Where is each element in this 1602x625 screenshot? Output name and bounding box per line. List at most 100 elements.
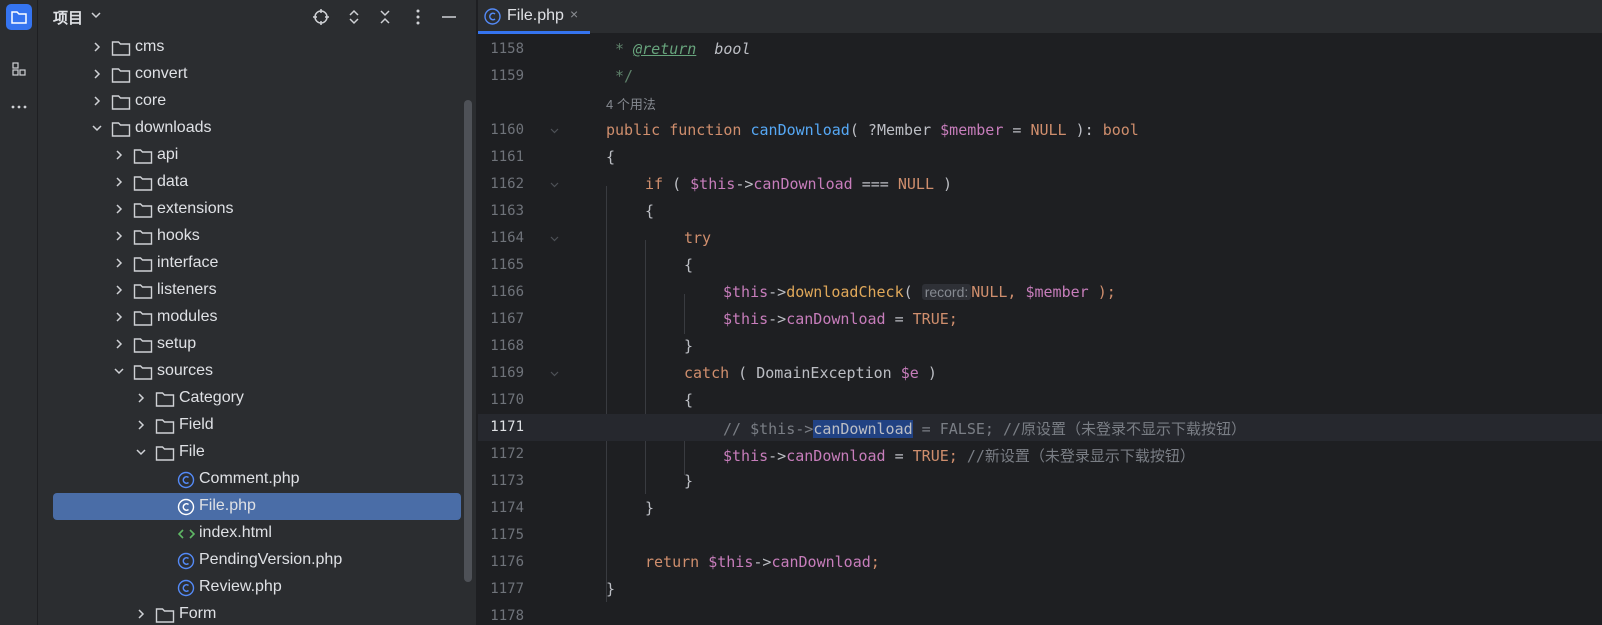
method-call: downloadCheck: [786, 283, 904, 301]
tree-item[interactable]: modules: [38, 304, 477, 331]
tree-item[interactable]: convert: [38, 61, 477, 88]
punctuation: ): [934, 175, 953, 193]
chevron-right-icon[interactable]: [113, 203, 125, 215]
chevron-right-icon[interactable]: [91, 68, 103, 80]
chevron-right-icon[interactable]: [113, 176, 125, 188]
operator: ===: [852, 175, 898, 193]
chevron-right-icon[interactable]: [135, 392, 147, 404]
doc-comment: *: [606, 40, 634, 58]
chevron-right-icon[interactable]: [113, 257, 125, 269]
fold-chevron-icon[interactable]: [550, 234, 559, 243]
keyword: try: [684, 229, 712, 247]
punctuation: ): [918, 364, 937, 382]
tree-item[interactable]: data: [38, 169, 477, 196]
chevron-down-icon[interactable]: [91, 122, 103, 134]
tree-item-label: setup: [157, 335, 197, 352]
chevron-right-icon[interactable]: [135, 419, 147, 431]
folder-icon: [133, 338, 153, 353]
chevron-right-icon[interactable]: [113, 338, 125, 350]
folder-icon: [155, 419, 175, 434]
project-tree-scrollbar[interactable]: [464, 100, 472, 582]
tree-item[interactable]: cms: [38, 34, 477, 61]
folder-icon: [133, 230, 153, 245]
tree-item[interactable]: File: [38, 439, 477, 466]
punctuation: =: [1003, 121, 1031, 139]
chevron-right-icon[interactable]: [135, 608, 147, 620]
code-line: 1163 {: [478, 198, 1602, 225]
tree-item[interactable]: setup: [38, 331, 477, 358]
brace: {: [684, 256, 694, 274]
code-line: 1166 $this->downloadCheck( record: NULL, …: [478, 279, 1602, 306]
collapse-all-icon[interactable]: [374, 6, 396, 28]
line-number: 1164: [490, 230, 524, 246]
brace: }: [684, 337, 694, 355]
tree-item[interactable]: Comment.php: [38, 466, 477, 493]
chevron-right-icon[interactable]: [113, 284, 125, 296]
expand-all-icon[interactable]: [343, 6, 365, 28]
folder-icon: [133, 176, 153, 191]
tree-item[interactable]: interface: [38, 250, 477, 277]
tree-selection-highlight: [53, 493, 461, 520]
chevron-right-icon[interactable]: [91, 95, 103, 107]
tree-item[interactable]: sources: [38, 358, 477, 385]
chevron-right-icon[interactable]: [113, 311, 125, 323]
tree-item[interactable]: PendingVersion.php: [38, 547, 477, 574]
brace: {: [645, 202, 655, 220]
project-panel-title[interactable]: 项目: [53, 7, 83, 28]
line-number: 1159: [490, 68, 524, 84]
tree-item[interactable]: Field: [38, 412, 477, 439]
line-number: 1171: [490, 419, 524, 435]
tree-item-label: Review.php: [199, 578, 282, 595]
chevron-down-icon[interactable]: [90, 9, 102, 21]
tree-item[interactable]: downloads: [38, 115, 477, 142]
tree-item[interactable]: extensions: [38, 196, 477, 223]
tree-item[interactable]: File.php: [38, 493, 477, 520]
keyword: NULL: [897, 175, 934, 193]
fold-chevron-icon[interactable]: [550, 180, 559, 189]
tree-item-label: downloads: [135, 119, 212, 136]
minimize-icon[interactable]: [438, 6, 460, 28]
code-line: 1175: [478, 522, 1602, 549]
comment: // $this->: [723, 420, 814, 438]
tree-item[interactable]: api: [38, 142, 477, 169]
chevron-down-icon[interactable]: [135, 446, 147, 458]
chevron-right-icon[interactable]: [113, 230, 125, 242]
tree-item[interactable]: core: [38, 88, 477, 115]
line-number: 1161: [490, 149, 524, 165]
folder-icon: [155, 608, 175, 623]
project-tool-folder-icon[interactable]: [6, 4, 32, 30]
locate-target-icon[interactable]: [310, 6, 332, 28]
keyword: public: [606, 121, 661, 139]
structure-icon[interactable]: [6, 56, 32, 82]
tree-item[interactable]: listeners: [38, 277, 477, 304]
tree-item-label: extensions: [157, 200, 234, 217]
doc-tag: @return: [633, 40, 697, 58]
tree-item-label: core: [135, 92, 167, 109]
chevron-down-icon[interactable]: [113, 365, 125, 377]
tab-file-php[interactable]: File.php ×: [478, 0, 590, 34]
line-number: 1174: [490, 500, 524, 516]
tree-item[interactable]: index.html: [38, 520, 477, 547]
comment: //新设置（未登录显示下载按钮）: [957, 447, 1195, 465]
more-tools-icon[interactable]: [6, 94, 32, 120]
tab-close-icon[interactable]: ×: [570, 6, 578, 22]
chevron-right-icon[interactable]: [91, 41, 103, 53]
tree-item[interactable]: Category: [38, 385, 477, 412]
tree-item[interactable]: Form: [38, 601, 477, 625]
chevron-right-icon[interactable]: [113, 149, 125, 161]
options-menu-icon[interactable]: [407, 6, 429, 28]
keyword: catch: [684, 364, 730, 382]
tree-item-label: File: [179, 443, 205, 460]
tree-item[interactable]: hooks: [38, 223, 477, 250]
variable: $member: [1025, 283, 1089, 301]
fold-chevron-icon[interactable]: [550, 369, 559, 378]
punctuation: ->: [768, 310, 787, 328]
operator: =: [885, 310, 913, 328]
usages-hint[interactable]: 4 个用法: [606, 94, 656, 113]
keyword: return: [645, 553, 700, 571]
code-area[interactable]: 1158 * @return bool 1159 */ 4 个用法 1160 p…: [478, 34, 1602, 625]
fold-chevron-icon[interactable]: [550, 126, 559, 135]
tree-item-label: index.html: [199, 524, 272, 541]
tree-item[interactable]: Review.php: [38, 574, 477, 601]
variable: $this: [723, 283, 769, 301]
